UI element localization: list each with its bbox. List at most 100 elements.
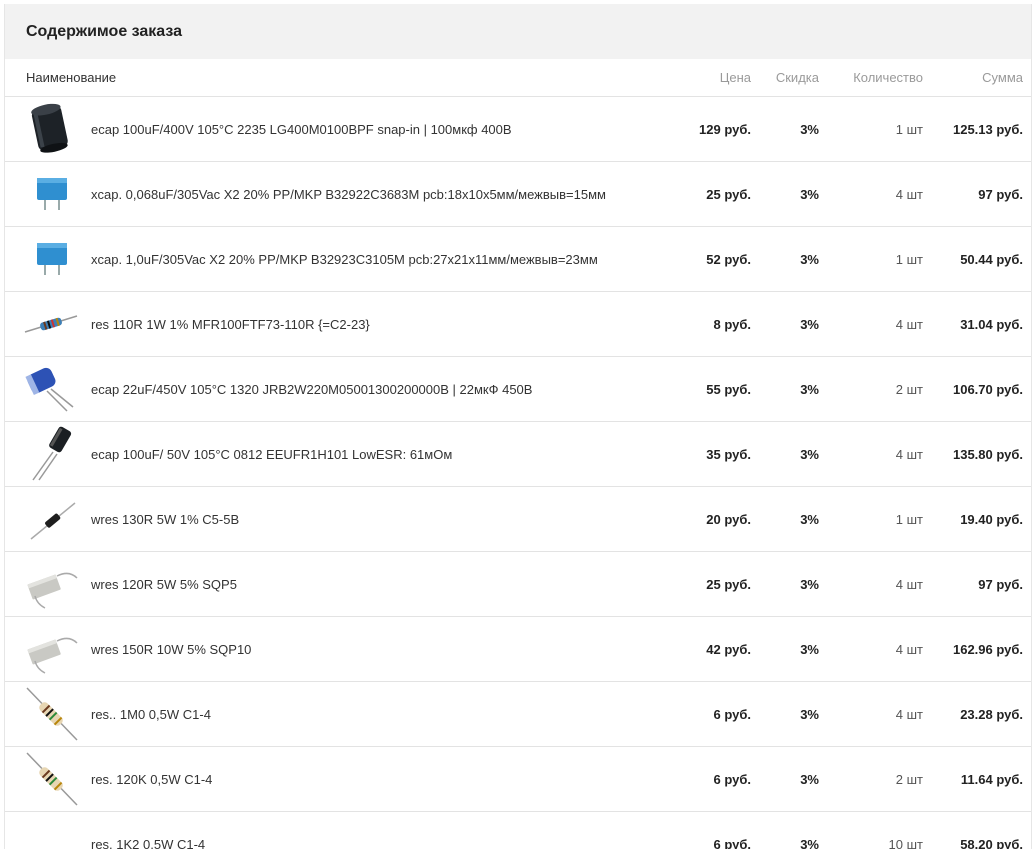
product-name[interactable]: res 110R 1W 1% MFR100FTF73-110R {=C2-23}: [91, 317, 681, 332]
product-thumbnail[interactable]: [5, 292, 91, 356]
product-discount: 3%: [800, 381, 819, 397]
product-name[interactable]: res. 120K 0,5W C1-4: [91, 772, 681, 787]
table-row: res.. 1M0 0,5W C1-4 6 руб. 3% 4 шт 23.28…: [5, 682, 1031, 747]
table-row: xcap. 0,068uF/305Vac X2 20% PP/MKP B3292…: [5, 162, 1031, 227]
product-sum: 97 руб.: [978, 576, 1023, 592]
product-discount: 3%: [800, 641, 819, 657]
product-discount: 3%: [800, 836, 819, 849]
product-name[interactable]: wres 120R 5W 5% SQP5: [91, 577, 681, 592]
table-row: ecap 100uF/400V 105°C 2235 LG400M0100BPF…: [5, 97, 1031, 162]
product-discount: 3%: [800, 186, 819, 202]
product-discount: 3%: [800, 706, 819, 722]
product-thumbnail[interactable]: [5, 552, 91, 616]
product-name[interactable]: xcap. 1,0uF/305Vac X2 20% PP/MKP B32923C…: [91, 252, 681, 267]
electrolytic-capacitor-blue-icon: [23, 361, 79, 420]
table-row: res. 120K 0,5W C1-4 6 руб. 3% 2 шт 11.64…: [5, 747, 1031, 812]
product-quantity: 10 шт: [888, 836, 923, 849]
product-thumbnail[interactable]: [5, 227, 91, 291]
column-sum-header: Сумма: [982, 70, 1023, 85]
resistor-icon: [23, 296, 79, 355]
product-quantity: 4 шт: [895, 576, 923, 592]
table-row: xcap. 1,0uF/305Vac X2 20% PP/MKP B32923C…: [5, 227, 1031, 292]
product-name[interactable]: xcap. 0,068uF/305Vac X2 20% PP/MKP B3292…: [91, 187, 681, 202]
product-price: 6 руб.: [713, 836, 751, 849]
product-discount: 3%: [800, 121, 819, 137]
product-quantity: 4 шт: [895, 446, 923, 462]
product-price: 6 руб.: [713, 706, 751, 722]
film-capacitor-icon: [23, 166, 79, 225]
wirewound-resistor-icon: [23, 491, 79, 550]
electrolytic-capacitor-small-icon: [23, 426, 79, 485]
product-name[interactable]: wres 130R 5W 1% C5-5B: [91, 512, 681, 527]
product-discount: 3%: [800, 576, 819, 592]
product-price: 42 руб.: [706, 641, 751, 657]
small-resistor-icon: [23, 816, 79, 849]
beige-resistor-icon: [23, 751, 79, 810]
product-quantity: 2 шт: [895, 381, 923, 397]
product-thumbnail[interactable]: [5, 357, 91, 421]
product-quantity: 4 шт: [895, 706, 923, 722]
table-row: wres 120R 5W 5% SQP5 25 руб. 3% 4 шт 97 …: [5, 552, 1031, 617]
product-price: 20 руб.: [706, 511, 751, 527]
product-thumbnail[interactable]: [5, 812, 91, 849]
table-row: ecap 22uF/450V 105°C 1320 JRB2W220M05001…: [5, 357, 1031, 422]
table-row: res 110R 1W 1% MFR100FTF73-110R {=C2-23}…: [5, 292, 1031, 357]
product-price: 52 руб.: [706, 251, 751, 267]
order-contents-panel: Содержимое заказа Наименование Цена Скид…: [4, 4, 1032, 849]
table-row: res. 1K2 0,5W C1-4 6 руб. 3% 10 шт 58.20…: [5, 812, 1031, 849]
product-discount: 3%: [800, 771, 819, 787]
product-sum: 19.40 руб.: [960, 511, 1023, 527]
product-price: 25 руб.: [706, 576, 751, 592]
table-row: ecap 100uF/ 50V 105°C 0812 EEUFR1H101 Lo…: [5, 422, 1031, 487]
product-price: 6 руб.: [713, 771, 751, 787]
film-capacitor-icon: [23, 231, 79, 290]
product-discount: 3%: [800, 251, 819, 267]
product-price: 35 руб.: [706, 446, 751, 462]
beige-resistor-icon: [23, 686, 79, 745]
product-price: 25 руб.: [706, 186, 751, 202]
column-discount-header: Скидка: [775, 70, 819, 85]
product-thumbnail[interactable]: [5, 97, 91, 161]
cement-resistor-icon: [23, 621, 79, 680]
product-sum: 125.13 руб.: [952, 121, 1023, 137]
table-row: wres 130R 5W 1% C5-5B 20 руб. 3% 1 шт 19…: [5, 487, 1031, 552]
product-sum: 106.70 руб.: [952, 381, 1023, 397]
product-thumbnail[interactable]: [5, 617, 91, 681]
product-thumbnail[interactable]: [5, 487, 91, 551]
panel-title: Содержимое заказа: [5, 4, 1031, 59]
product-sum: 58.20 руб.: [960, 836, 1023, 849]
order-items-list: ecap 100uF/400V 105°C 2235 LG400M0100BPF…: [5, 97, 1031, 849]
product-quantity: 4 шт: [895, 316, 923, 332]
product-sum: 97 руб.: [978, 186, 1023, 202]
product-price: 8 руб.: [713, 316, 751, 332]
product-sum: 162.96 руб.: [952, 641, 1023, 657]
table-row: wres 150R 10W 5% SQP10 42 руб. 3% 4 шт 1…: [5, 617, 1031, 682]
product-thumbnail[interactable]: [5, 422, 91, 486]
product-price: 55 руб.: [706, 381, 751, 397]
product-name[interactable]: res.. 1M0 0,5W C1-4: [91, 707, 681, 722]
product-sum: 11.64 руб.: [960, 771, 1023, 787]
product-thumbnail[interactable]: [5, 682, 91, 746]
column-price-header: Цена: [719, 70, 751, 85]
product-name[interactable]: ecap 22uF/450V 105°C 1320 JRB2W220M05001…: [91, 382, 681, 397]
product-thumbnail[interactable]: [5, 162, 91, 226]
product-name[interactable]: res. 1K2 0,5W C1-4: [91, 837, 681, 849]
product-quantity: 1 шт: [895, 511, 923, 527]
product-name[interactable]: ecap 100uF/400V 105°C 2235 LG400M0100BPF…: [91, 122, 681, 137]
product-discount: 3%: [800, 511, 819, 527]
table-header: Наименование Цена Скидка Количество Сумм…: [5, 59, 1031, 97]
product-sum: 135.80 руб.: [952, 446, 1023, 462]
product-name[interactable]: ecap 100uF/ 50V 105°C 0812 EEUFR1H101 Lo…: [91, 447, 681, 462]
product-sum: 31.04 руб.: [960, 316, 1023, 332]
column-quantity-header: Количество: [853, 70, 923, 85]
product-thumbnail[interactable]: [5, 747, 91, 811]
cement-resistor-icon: [23, 556, 79, 615]
product-name[interactable]: wres 150R 10W 5% SQP10: [91, 642, 681, 657]
product-sum: 50.44 руб.: [960, 251, 1023, 267]
product-quantity: 1 шт: [895, 251, 923, 267]
product-sum: 23.28 руб.: [960, 706, 1023, 722]
product-quantity: 4 шт: [895, 186, 923, 202]
product-price: 129 руб.: [699, 121, 751, 137]
product-discount: 3%: [800, 316, 819, 332]
product-discount: 3%: [800, 446, 819, 462]
